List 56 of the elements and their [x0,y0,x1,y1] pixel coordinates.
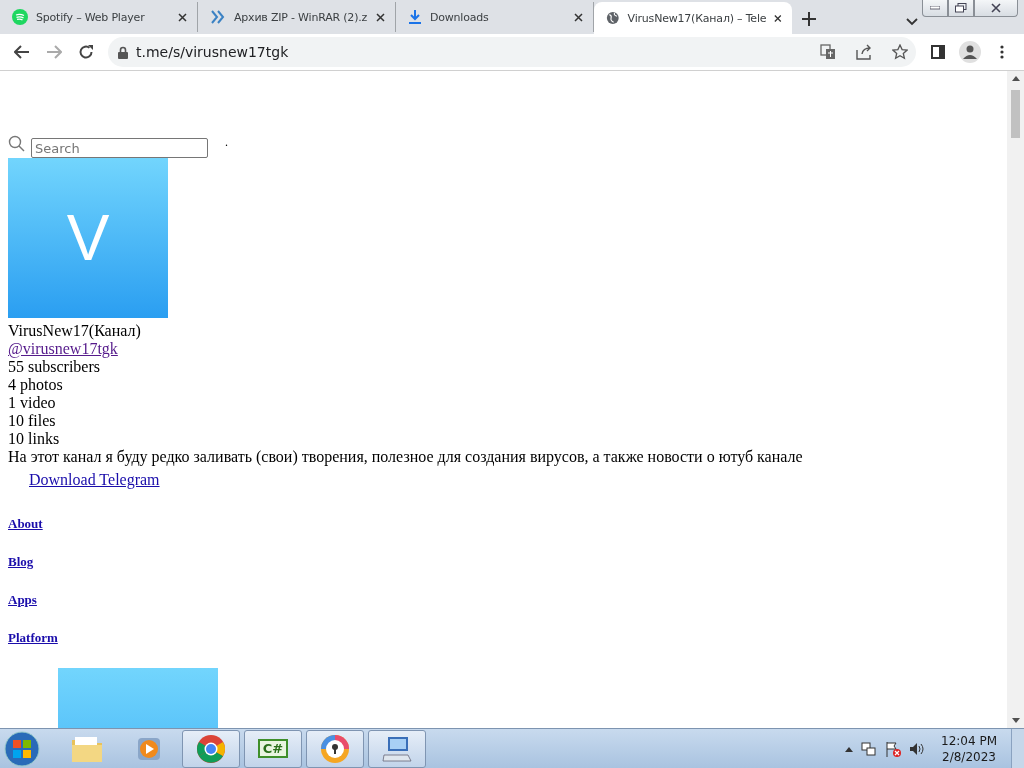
counter-text: 4 photos [8,376,64,394]
search-field[interactable]: Search [31,138,208,158]
restore-button[interactable] [948,0,974,17]
lock-icon [118,45,128,59]
scrollbar-thumb[interactable] [1011,90,1020,138]
avatar-letter: V [66,201,110,275]
flag-error-icon[interactable] [885,740,901,757]
counter-text: 1 video [8,394,57,412]
restore-icon [955,3,967,13]
footer-link[interactable]: Apps [8,592,37,608]
browser-tab[interactable]: Spotify – Web Player [0,2,198,32]
network-icon[interactable] [861,740,877,757]
dot-text: . [225,135,228,150]
counter-text: 10 links [8,430,61,448]
footer-link[interactable]: Platform [8,630,58,646]
profile-avatar-icon[interactable] [959,41,981,63]
footer-link[interactable]: About [8,516,43,532]
counter-text: 10 files [8,412,57,430]
tab-list-icon[interactable] [906,18,918,26]
spotify-icon [12,9,28,25]
close-window-button[interactable] [974,0,1018,17]
side-panel-icon[interactable] [931,45,945,59]
translate-icon[interactable] [820,44,836,60]
channel-name: VirusNew17(Канал) [8,322,142,340]
minimize-icon [930,6,940,10]
globe-icon [606,10,620,26]
bookmark-star-icon[interactable] [892,44,908,60]
search-icon[interactable] [8,135,26,153]
download-telegram-link[interactable]: Download Telegram [29,470,160,490]
close-tab-icon[interactable] [774,13,782,23]
chrome-icon[interactable] [196,733,226,764]
channel-description: На этот канал я буду редко заливать (свои) творения, полезное для создания вирусов, а также новости о ютуб канале [8,448,804,466]
start-button[interactable] [4,730,40,767]
share-icon[interactable] [856,44,872,60]
new-tab-icon[interactable] [802,12,816,26]
username-link[interactable]: @virusnew17tgk [8,340,118,357]
close-tab-icon[interactable] [574,12,583,22]
menu-icon[interactable] [1000,45,1004,59]
close-tab-icon[interactable] [178,12,187,22]
back-icon[interactable] [14,45,30,59]
tray-arrow-icon[interactable] [845,745,853,752]
download-icon [408,9,422,25]
chevron-icon [210,9,226,25]
close-tab-icon[interactable] [376,12,385,22]
browser-tab[interactable]: VirusNew17(Канал) – Tele [594,2,792,34]
browser-tab[interactable]: Архив ZIP - WinRAR (2).z [198,2,396,32]
shield-app-icon[interactable] [320,733,350,764]
close-icon [991,3,1001,13]
clock[interactable]: 12:04 PM 2/8/2023 [933,732,1005,765]
reload-icon[interactable] [78,44,94,60]
address-bar[interactable]: t.me/s/virusnew17tgk [108,37,916,67]
counter-text: 55 subscribers [8,358,101,376]
csharp-icon[interactable]: C# [257,739,289,758]
keyboard-computer-icon[interactable] [382,734,412,763]
footer-link[interactable]: Blog [8,554,34,570]
scrollbar[interactable] [1007,71,1024,728]
